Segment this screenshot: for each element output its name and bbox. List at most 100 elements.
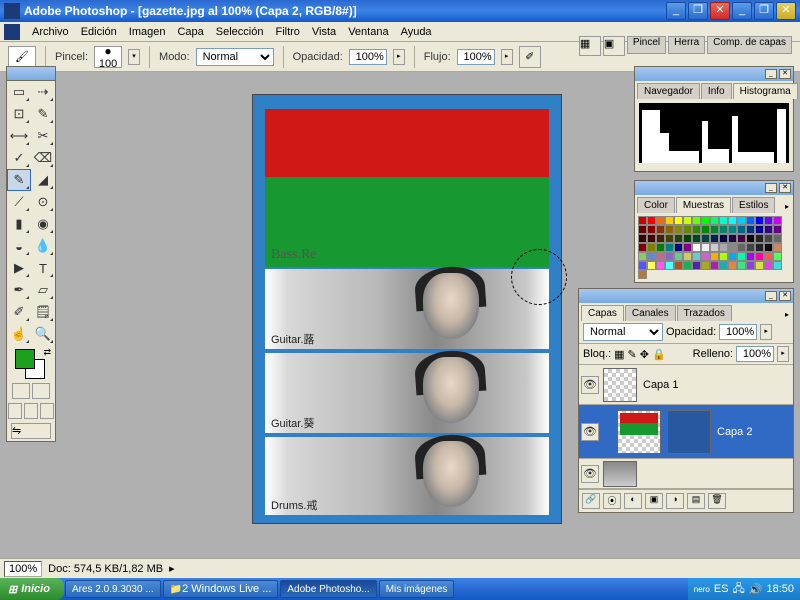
- new-layer-button[interactable]: ▤: [687, 493, 705, 509]
- tool-7-1[interactable]: 💧: [31, 235, 55, 257]
- task-photoshop[interactable]: Adobe Photosho...: [280, 580, 376, 598]
- swatch[interactable]: [674, 252, 683, 261]
- swatch[interactable]: [755, 243, 764, 252]
- swatch[interactable]: [764, 252, 773, 261]
- swatch[interactable]: [746, 252, 755, 261]
- tool-2-0[interactable]: ⟷: [7, 125, 31, 147]
- blend-mode-select[interactable]: Normal: [196, 48, 274, 66]
- swatch[interactable]: [701, 252, 710, 261]
- swatch[interactable]: [737, 252, 746, 261]
- swatch[interactable]: [683, 243, 692, 252]
- swatch[interactable]: [701, 216, 710, 225]
- layer-mask-button[interactable]: ◐: [624, 493, 642, 509]
- system-tray[interactable]: nero ES 🖧 🔊 18:50: [688, 578, 800, 600]
- swatch[interactable]: [773, 225, 782, 234]
- delete-layer-button[interactable]: 🗑: [708, 493, 726, 509]
- well-tab-pincel[interactable]: Pincel: [627, 36, 666, 54]
- swatch[interactable]: [719, 261, 728, 270]
- swatch[interactable]: [746, 234, 755, 243]
- tab-histograma[interactable]: Histograma: [733, 83, 798, 99]
- opacity-input[interactable]: [349, 49, 387, 65]
- document-canvas[interactable]: Bass.Re Guitar.蕗 Guitar.葵 Drums.戒: [252, 94, 562, 524]
- doc-restore-button[interactable]: ❐: [754, 2, 774, 20]
- start-button[interactable]: ⊞Inicio: [0, 578, 64, 600]
- layer-opacity-input[interactable]: [719, 324, 757, 340]
- quickmask-button[interactable]: [32, 383, 50, 399]
- swatch[interactable]: [692, 243, 701, 252]
- swatch[interactable]: [737, 243, 746, 252]
- airbrush-button[interactable]: ✐: [519, 46, 541, 68]
- tray-nero-icon[interactable]: nero: [694, 585, 710, 594]
- swatch[interactable]: [755, 261, 764, 270]
- swatch[interactable]: [755, 225, 764, 234]
- new-group-button[interactable]: ▣: [645, 493, 663, 509]
- swatch[interactable]: [710, 216, 719, 225]
- swatch-close-button[interactable]: ✕: [779, 183, 791, 193]
- swatch[interactable]: [665, 261, 674, 270]
- well-icon-2[interactable]: ▣: [603, 36, 625, 56]
- tab-capas[interactable]: Capas: [581, 305, 624, 321]
- menu-imagen[interactable]: Imagen: [123, 24, 172, 40]
- swatch[interactable]: [710, 243, 719, 252]
- swatch[interactable]: [665, 225, 674, 234]
- swatch[interactable]: [674, 216, 683, 225]
- layer-thumb-2[interactable]: [617, 410, 661, 454]
- swatch[interactable]: [647, 243, 656, 252]
- menu-vista[interactable]: Vista: [306, 24, 342, 40]
- swatch-min-button[interactable]: _: [765, 183, 777, 193]
- panel-close-button[interactable]: ✕: [779, 69, 791, 79]
- swatch[interactable]: [728, 216, 737, 225]
- well-tab-comp[interactable]: Comp. de capas: [707, 36, 792, 54]
- swatch[interactable]: [710, 234, 719, 243]
- swatch[interactable]: [683, 252, 692, 261]
- swatch[interactable]: [719, 234, 728, 243]
- tray-lang[interactable]: ES: [714, 583, 729, 595]
- tool-4-1[interactable]: ◢: [31, 169, 55, 191]
- doc-close-button[interactable]: ✕: [776, 2, 796, 20]
- swatch[interactable]: [764, 243, 773, 252]
- swatch[interactable]: [656, 243, 665, 252]
- swatch[interactable]: [746, 225, 755, 234]
- swatch[interactable]: [737, 216, 746, 225]
- layers-min-button[interactable]: _: [765, 291, 777, 301]
- tool-2-1[interactable]: ✂: [31, 125, 55, 147]
- swatch[interactable]: [692, 261, 701, 270]
- tool-10-1[interactable]: 🗒: [31, 301, 55, 323]
- swatch[interactable]: [674, 243, 683, 252]
- menu-ayuda[interactable]: Ayuda: [395, 24, 438, 40]
- doc-minimize-button[interactable]: _: [732, 2, 752, 20]
- swatch[interactable]: [719, 216, 728, 225]
- menu-seleccion[interactable]: Selección: [210, 24, 270, 40]
- swatch[interactable]: [755, 216, 764, 225]
- swatch[interactable]: [728, 243, 737, 252]
- swatch[interactable]: [683, 234, 692, 243]
- swatch[interactable]: [737, 225, 746, 234]
- swap-colors-icon[interactable]: ⇄: [43, 347, 51, 358]
- flow-input[interactable]: [457, 49, 495, 65]
- layer-row-capa1[interactable]: 👁 Capa 1: [579, 365, 793, 405]
- swatch[interactable]: [638, 234, 647, 243]
- swatch[interactable]: [638, 270, 647, 279]
- swatch[interactable]: [692, 252, 701, 261]
- layer-thumb-1[interactable]: [603, 368, 637, 402]
- swatch[interactable]: [755, 252, 764, 261]
- well-icon-1[interactable]: ▦: [579, 36, 601, 56]
- tool-6-1[interactable]: ◉: [31, 213, 55, 235]
- swatch[interactable]: [656, 225, 665, 234]
- swatch[interactable]: [656, 261, 665, 270]
- swatch[interactable]: [692, 216, 701, 225]
- swatch[interactable]: [737, 234, 746, 243]
- tool-7-0[interactable]: ◒: [7, 235, 31, 257]
- tool-5-0[interactable]: ⟋: [7, 191, 31, 213]
- swatch[interactable]: [737, 261, 746, 270]
- tray-vol-icon[interactable]: 🔊: [749, 583, 763, 596]
- tool-11-0[interactable]: ☝: [7, 323, 31, 345]
- swatch[interactable]: [692, 225, 701, 234]
- task-wlive[interactable]: 📁 2 Windows Live ...: [163, 580, 279, 598]
- close-button[interactable]: ✕: [710, 2, 730, 20]
- swatch[interactable]: [638, 252, 647, 261]
- swatch[interactable]: [773, 216, 782, 225]
- lock-move-icon[interactable]: ✥: [640, 348, 649, 361]
- swatch[interactable]: [683, 225, 692, 234]
- screenmode-3[interactable]: [40, 403, 54, 419]
